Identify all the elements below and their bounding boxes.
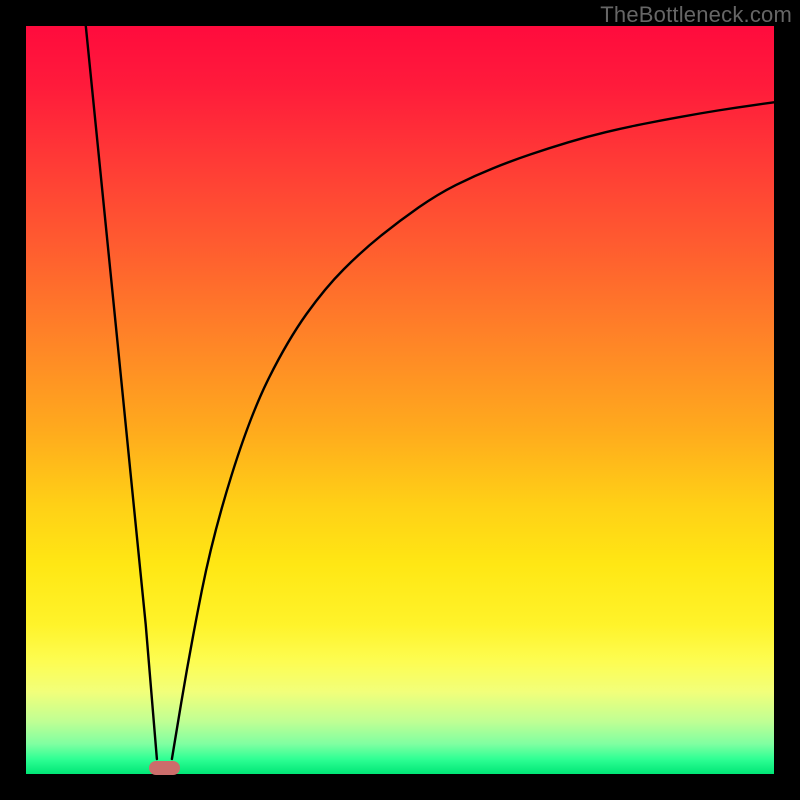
plot-area [26,26,774,774]
bottleneck-curve [26,26,774,774]
watermark-text: TheBottleneck.com [600,2,792,28]
curve-left-branch [86,26,157,759]
curve-right-branch [172,102,774,759]
chart-frame: TheBottleneck.com [0,0,800,800]
optimal-marker [149,761,180,775]
